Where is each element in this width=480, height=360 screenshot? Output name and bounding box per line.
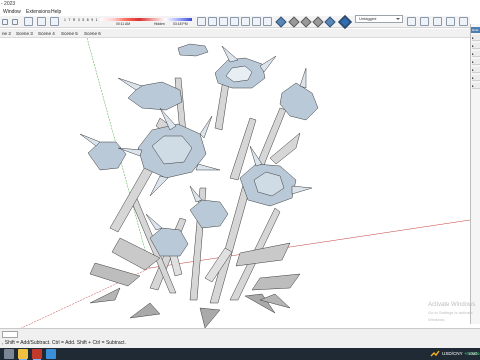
shadow-time-slider[interactable] xyxy=(100,18,192,21)
watermark-line-1: Activate Windows xyxy=(428,302,476,308)
time-mid-label: Hidden xyxy=(154,22,165,26)
view-back-icon[interactable] xyxy=(241,17,250,26)
tab-scene-6[interactable]: Scene 6 xyxy=(82,30,103,37)
materials-icon[interactable] xyxy=(446,17,455,26)
tray-item-1[interactable]: ▸ xyxy=(472,35,480,41)
shaded-icon[interactable] xyxy=(324,16,336,28)
menu-bar: Window Extensions Help xyxy=(0,8,480,16)
menu-help[interactable]: Help xyxy=(51,9,61,15)
redo-icon[interactable] xyxy=(12,19,18,25)
shadows-icon[interactable] xyxy=(50,17,59,26)
outliner-icon[interactable] xyxy=(420,17,429,26)
view-iso-icon[interactable] xyxy=(197,17,206,26)
view-front-icon[interactable] xyxy=(219,17,228,26)
styles-icon[interactable] xyxy=(459,17,468,26)
tags-panel-icon[interactable] xyxy=(407,17,416,26)
menu-extensions[interactable]: Extensions xyxy=(26,9,50,15)
sketchup-icon[interactable] xyxy=(32,349,42,359)
shaded-textures-icon[interactable] xyxy=(337,14,353,30)
watermark-line-2: Go to Settings to activate Windows. xyxy=(428,310,473,322)
model-viewport[interactable] xyxy=(0,38,470,328)
wireframe-icon[interactable] xyxy=(300,16,312,28)
status-hint: , Shift = Add/Subtract. Ctrl = Add. Shif… xyxy=(2,340,126,346)
tab-scene-3[interactable]: Scene 3 xyxy=(14,30,35,37)
xray-style-icon[interactable] xyxy=(275,16,287,28)
measurements-box[interactable] xyxy=(2,331,18,338)
status-bar: , Shift = Add/Subtract. Ctrl = Add. Shif… xyxy=(0,328,480,348)
tab-scene-4[interactable]: Scene 4 xyxy=(36,30,57,37)
flower-top xyxy=(177,43,209,57)
flower-lower-mid xyxy=(189,199,229,229)
file-explorer-icon[interactable] xyxy=(18,349,28,359)
windows-taskbar: USD/CNY +0.22% ENG xyxy=(0,348,480,360)
scene-tabs: ne 2 Scene 3 Scene 4 Scene 5 Scene 6 xyxy=(0,29,470,38)
tab-scene-5[interactable]: Scene 5 xyxy=(59,30,80,37)
time-start-value: 00:11 AM xyxy=(116,22,131,26)
flower-far-right xyxy=(279,82,319,121)
tab-scene-2[interactable]: ne 2 xyxy=(0,30,13,37)
tray-item-7[interactable]: ▸ xyxy=(472,83,480,89)
components-icon[interactable] xyxy=(433,17,442,26)
view-right-icon[interactable] xyxy=(230,17,239,26)
tray-item-3[interactable]: ▸ xyxy=(472,51,480,57)
shadow-gradient xyxy=(100,18,192,21)
market-icon xyxy=(430,350,440,357)
app-icon[interactable] xyxy=(46,349,56,359)
tray-item-6[interactable]: ▸ xyxy=(472,75,480,81)
currency-pair: USD/CNY xyxy=(442,351,463,356)
hidden-line-icon[interactable] xyxy=(312,16,324,28)
flower-model xyxy=(20,38,470,328)
activation-watermark: Activate Windows Go to Settings to activ… xyxy=(428,302,480,323)
model-info-icon[interactable] xyxy=(37,17,46,26)
back-edges-icon[interactable] xyxy=(288,16,300,28)
language-indicator[interactable]: ENG xyxy=(469,351,478,356)
tray-header[interactable]: Defa xyxy=(471,27,480,33)
view-bottom-icon[interactable] xyxy=(263,17,272,26)
view-left-icon[interactable] xyxy=(252,17,261,26)
time-end-value: 03:18 PM xyxy=(173,22,188,26)
tray-item-2[interactable]: ▸ xyxy=(472,43,480,49)
layer-select[interactable]: Untagged xyxy=(355,15,403,23)
window-title: - 2023 xyxy=(1,1,16,7)
menu-window[interactable]: Window xyxy=(3,9,21,15)
task-view-icon[interactable] xyxy=(4,349,14,359)
tray-item-5[interactable]: ▸ xyxy=(472,67,480,73)
shadow-month-scale: 1 T R 3 5 8 9 1 0 xyxy=(64,18,103,22)
flower-left xyxy=(87,141,127,171)
undo-icon[interactable] xyxy=(2,19,8,25)
title-bar: - 2023 xyxy=(0,0,480,8)
view-top-icon[interactable] xyxy=(208,17,217,26)
tray-item-4[interactable]: ▸ xyxy=(472,59,480,65)
print-icon[interactable] xyxy=(24,17,33,26)
